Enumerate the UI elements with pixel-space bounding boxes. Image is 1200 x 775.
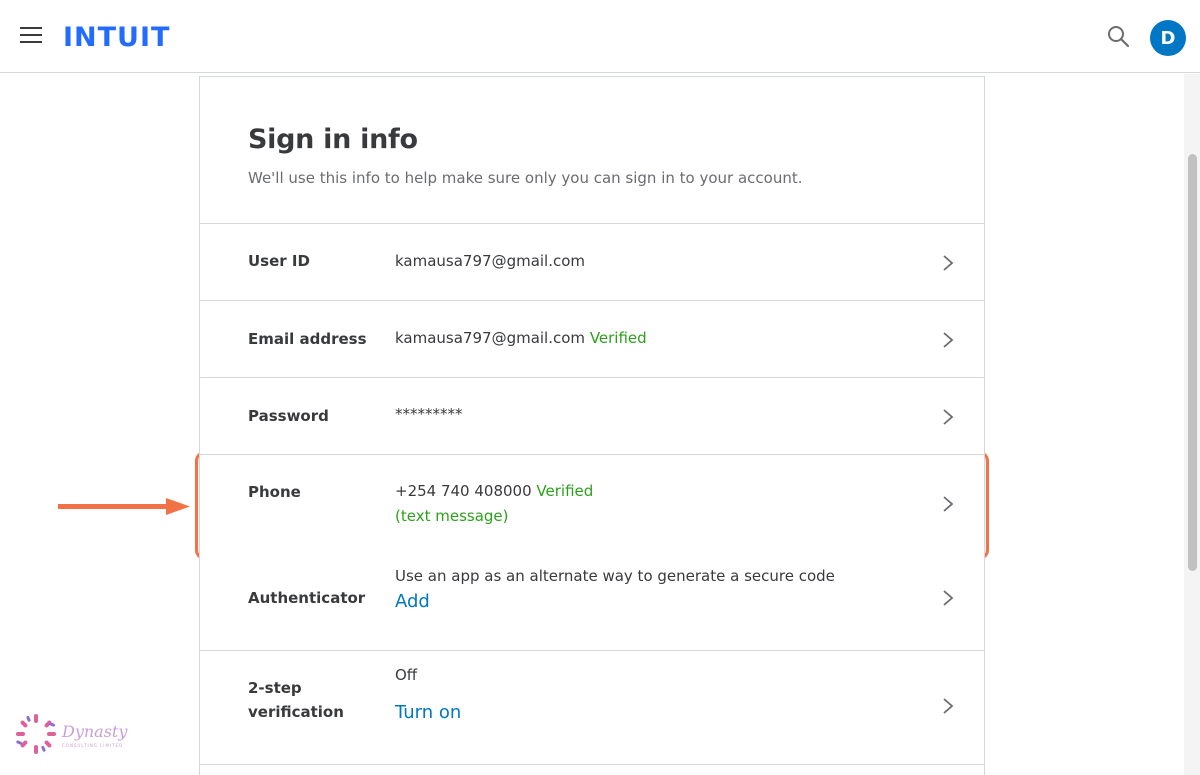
chevron-right-icon[interactable]: [942, 331, 954, 349]
authenticator-add-link[interactable]: Add: [395, 591, 430, 612]
password-row[interactable]: Password *********: [200, 378, 984, 455]
user-id-row[interactable]: User ID kamausa797@gmail.com: [200, 224, 984, 301]
top-bar: INTUIT D: [0, 0, 1200, 73]
card-header: Sign in info We'll use this info to help…: [200, 77, 984, 224]
scrollbar-thumb[interactable]: [1188, 154, 1197, 571]
dynasty-sunburst-icon: [16, 714, 56, 754]
user-avatar[interactable]: D: [1150, 20, 1186, 56]
dynasty-logo: Dynasty CONSULTING LIMITED: [14, 712, 134, 762]
two-step-verification-row[interactable]: 2-step verification Off Turn on: [200, 651, 984, 765]
two-step-label-line2: verification: [248, 703, 344, 721]
authenticator-label: Authenticator: [248, 589, 366, 607]
page-subtitle: We'll use this info to help make sure on…: [248, 169, 803, 187]
email-row[interactable]: Email address kamausa797@gmail.com Verif…: [200, 301, 984, 378]
chevron-right-icon[interactable]: [942, 254, 954, 272]
authenticator-row[interactable]: Authenticator Use an app as an alternate…: [200, 551, 984, 651]
chevron-right-icon[interactable]: [942, 408, 954, 426]
sign-in-info-card: Sign in info We'll use this info to help…: [199, 76, 985, 775]
two-step-label-line1: 2-step: [248, 679, 302, 697]
email-value-line: kamausa797@gmail.com Verified: [395, 329, 647, 347]
scrollbar[interactable]: [1184, 74, 1200, 775]
user-id-value: kamausa797@gmail.com: [395, 252, 586, 270]
email-label: Email address: [248, 330, 367, 348]
password-label: Password: [248, 407, 329, 425]
two-step-state: Off: [395, 666, 418, 684]
phone-value: +254 740 408000: [395, 482, 532, 500]
chevron-right-icon[interactable]: [942, 495, 954, 513]
phone-method: (text message): [395, 507, 509, 525]
search-icon[interactable]: [1106, 24, 1132, 50]
email-value: kamausa797@gmail.com: [395, 329, 586, 347]
authenticator-description: Use an app as an alternate way to genera…: [395, 567, 835, 585]
phone-value-line: +254 740 408000 Verified: [395, 482, 593, 500]
email-verified-badge: Verified: [589, 329, 647, 347]
dynasty-wordmark: Dynasty: [62, 722, 128, 741]
turn-on-link[interactable]: Turn on: [395, 702, 461, 723]
dynasty-subtext: CONSULTING LIMITED: [62, 743, 124, 748]
pointer-arrow: [58, 498, 190, 515]
page-title: Sign in info: [248, 124, 418, 155]
chevron-right-icon[interactable]: [942, 589, 954, 607]
hamburger-menu-icon[interactable]: [20, 27, 44, 47]
phone-row[interactable]: Phone +254 740 408000 Verified (text mes…: [200, 455, 984, 551]
phone-label: Phone: [248, 483, 301, 501]
intuit-logo[interactable]: INTUIT: [63, 22, 170, 53]
phone-verified-badge: Verified: [536, 482, 594, 500]
user-id-label: User ID: [248, 252, 310, 270]
chevron-right-icon[interactable]: [942, 697, 954, 715]
password-value: *********: [395, 405, 463, 423]
